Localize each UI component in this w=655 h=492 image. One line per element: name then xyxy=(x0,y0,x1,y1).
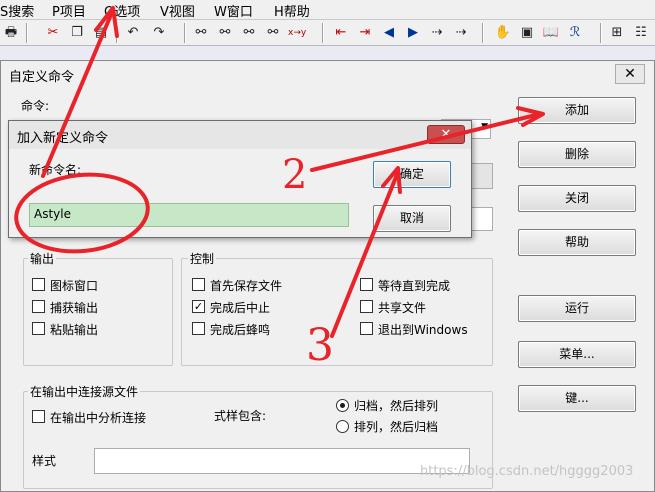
menu-button[interactable]: 菜单... xyxy=(518,341,636,368)
new-command-name-label: 新命令名: xyxy=(29,163,82,177)
exit-to-windows-checkbox[interactable] xyxy=(360,322,373,335)
paste-icon[interactable]: ▤ xyxy=(92,24,110,42)
capture-output-checkbox[interactable] xyxy=(32,300,45,313)
arrow-right-icon[interactable]: ▶ xyxy=(404,24,422,42)
icon-window-label: 图标窗口 xyxy=(50,279,99,293)
output-group-title: 输出 xyxy=(28,250,57,267)
sort-then-archive-radio[interactable] xyxy=(336,420,349,433)
undo-icon[interactable]: ↶ xyxy=(124,24,142,42)
menu-options[interactable]: O选项 xyxy=(104,1,140,20)
find-prev-icon[interactable]: ⚯ xyxy=(240,24,258,42)
wait-until-done-checkbox[interactable] xyxy=(360,278,373,291)
grid-icon[interactable]: ☷ xyxy=(632,24,650,42)
replace-icon[interactable]: ⚯ xyxy=(264,24,282,42)
close-button[interactable]: 关闭 xyxy=(518,185,636,212)
delete-button[interactable]: 删除 xyxy=(518,141,636,168)
bookmark-next-icon[interactable]: ⇥ xyxy=(356,24,374,42)
watermark: https://blog.csdn.net/hgggg2003 xyxy=(420,464,634,479)
ok-button[interactable]: 确定 xyxy=(373,161,451,188)
pattern-label: 式样包含: xyxy=(214,409,267,423)
icon-window-checkbox[interactable] xyxy=(32,278,45,291)
script-icon[interactable]: ℛ xyxy=(566,24,584,42)
paste-output-checkbox[interactable] xyxy=(32,322,45,335)
sort-then-archive-label: 排列，然后归档 xyxy=(354,420,439,434)
capture-output-label: 捕获输出 xyxy=(50,301,99,315)
abort-on-finish-checkbox[interactable]: ✓ xyxy=(192,300,205,313)
save-first-checkbox[interactable] xyxy=(192,278,205,291)
toolbar-separator xyxy=(482,23,484,43)
menu-window[interactable]: W窗口 xyxy=(214,1,253,20)
cut-icon[interactable]: ✂ xyxy=(44,24,62,42)
parse-links-label: 在输出中分析连接 xyxy=(50,411,147,425)
control-group-title: 控制 xyxy=(188,250,217,267)
share-file-label: 共享文件 xyxy=(378,301,427,315)
add-command-dialog: 加入新定义命令 ✕ 新命令名: Astyle 确定 取消 xyxy=(8,120,472,238)
beep-on-finish-label: 完成后蜂鸣 xyxy=(210,323,271,337)
goto-icon[interactable]: ⇢ xyxy=(428,24,446,42)
close-icon[interactable]: ✕ xyxy=(427,125,465,144)
output-group: 输出 图标窗口 捕获输出 粘贴输出 xyxy=(23,250,173,366)
cancel-button[interactable]: 取消 xyxy=(373,205,451,232)
add-button[interactable]: 添加 xyxy=(518,97,636,124)
find-next-icon[interactable]: ⚯ xyxy=(216,24,234,42)
parse-links-checkbox[interactable] xyxy=(32,410,45,423)
bookmark-prev-icon[interactable]: ⇤ xyxy=(332,24,350,42)
window-icon[interactable]: ▣ xyxy=(518,24,536,42)
key-button[interactable]: 键... xyxy=(518,385,636,412)
close-icon[interactable]: ✕ xyxy=(615,64,645,84)
toolbar-separator xyxy=(116,23,118,43)
beep-on-finish-checkbox[interactable] xyxy=(192,322,205,335)
menu-help[interactable]: H帮助 xyxy=(274,1,310,20)
wait-until-done-label: 等待直到完成 xyxy=(378,279,451,293)
style-input[interactable] xyxy=(94,448,470,474)
copy-icon[interactable]: ❐ xyxy=(68,24,86,42)
goto-line-icon[interactable]: ⇢ xyxy=(452,24,470,42)
sub-dialog-titlebar: 加入新定义命令 ✕ xyxy=(9,121,471,149)
toolbar-separator xyxy=(322,23,324,43)
share-file-checkbox[interactable] xyxy=(360,300,373,313)
arrow-left-icon[interactable]: ◀ xyxy=(380,24,398,42)
abort-on-finish-label: 完成后中止 xyxy=(210,301,271,315)
toolbar-separator xyxy=(26,23,28,43)
exit-to-windows-label: 退出到Windows xyxy=(378,323,468,337)
replace-all-icon[interactable]: x→y xyxy=(288,24,306,42)
control-group: 控制 首先保存文件 ✓ 完成后中止 完成后蜂鸣 等待直到完成 共享文件 退出到W… xyxy=(181,250,493,366)
binoculars-icon[interactable]: ⚯ xyxy=(192,24,210,42)
archive-then-sort-label: 归档，然后排列 xyxy=(354,399,439,413)
menu-project[interactable]: P项目 xyxy=(52,1,86,20)
command-label: 命令: xyxy=(21,99,50,113)
toolbar: 🖶 ✂ ❐ ▤ ↶ ↷ ⚯ ⚯ ⚯ ⚯ x→y ⇤ ⇥ ◀ ▶ ⇢ ⇢ ✋ ▣ … xyxy=(0,20,655,46)
toolbar-separator xyxy=(600,23,602,43)
layout-icon[interactable]: ⊞ xyxy=(608,24,626,42)
help-button[interactable]: 帮助 xyxy=(518,229,636,256)
toolbar-separator xyxy=(184,23,186,43)
menu-view[interactable]: V视图 xyxy=(160,1,195,20)
chevron-down-icon: ▼ xyxy=(481,122,488,132)
dialog-titlebar: 自定义命令 ✕ xyxy=(1,61,654,87)
menu-bar: S搜索 P项目 O选项 V视图 W窗口 H帮助 xyxy=(0,0,655,20)
new-command-name-input[interactable]: Astyle xyxy=(29,203,349,227)
run-button[interactable]: 运行 xyxy=(518,295,636,322)
dialog-title: 自定义命令 xyxy=(9,70,75,85)
archive-then-sort-radio[interactable] xyxy=(336,399,349,412)
link-source-group-title: 在输出中连接源文件 xyxy=(28,383,141,400)
sub-dialog-title: 加入新定义命令 xyxy=(17,131,109,146)
paste-output-label: 粘贴输出 xyxy=(50,323,99,337)
redo-icon[interactable]: ↷ xyxy=(150,24,168,42)
save-first-label: 首先保存文件 xyxy=(210,279,283,293)
menu-search[interactable]: S搜索 xyxy=(0,1,34,20)
tool-icon[interactable]: ✋ xyxy=(494,24,512,42)
print-icon[interactable]: 🖶 xyxy=(2,24,20,42)
book-icon[interactable]: 📖 xyxy=(542,24,560,42)
style-label: 样式 xyxy=(32,454,57,468)
